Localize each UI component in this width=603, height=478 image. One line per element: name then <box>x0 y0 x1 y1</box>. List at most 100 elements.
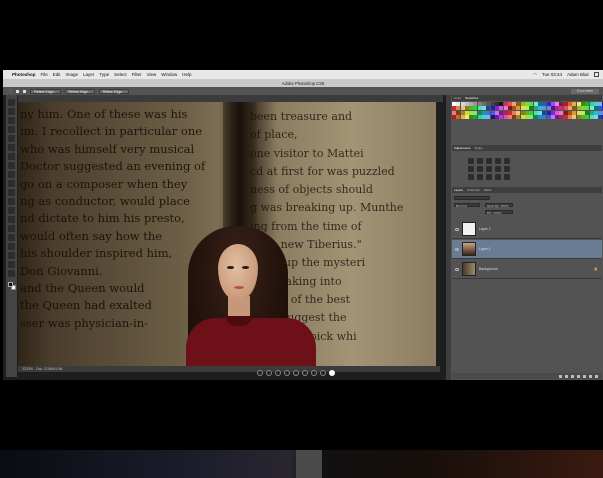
menu-view[interactable]: View <box>147 72 157 77</box>
menu-select[interactable]: Select <box>114 72 127 77</box>
adjustment-icon[interactable] <box>477 174 483 180</box>
adjustment-icon[interactable] <box>468 174 474 180</box>
adjustments-panel-header: Adjustments Styles <box>452 145 602 151</box>
menubar-user[interactable]: Adam Blair <box>567 72 589 77</box>
trash-icon[interactable] <box>595 374 598 378</box>
adjustment-icon[interactable] <box>468 158 474 164</box>
adjustment-icon[interactable] <box>486 166 492 172</box>
adjustment-icon[interactable] <box>495 166 501 172</box>
marquee-tool-icon[interactable] <box>8 108 15 115</box>
history-brush-tool-icon[interactable] <box>8 180 15 187</box>
color-swatches[interactable] <box>7 282 16 290</box>
adjustment-icon[interactable] <box>486 158 492 164</box>
page-dot[interactable] <box>320 370 326 376</box>
menu-filter[interactable]: Filter <box>132 72 142 77</box>
refine-edge-button-1[interactable]: Refine Edge... <box>30 88 61 94</box>
page-dot[interactable] <box>266 370 272 376</box>
adjustment-icon[interactable] <box>504 158 510 164</box>
tab-styles[interactable]: Styles <box>475 146 483 150</box>
blur-tool-icon[interactable] <box>8 207 15 214</box>
eyedropper-tool-icon[interactable] <box>8 144 15 151</box>
tab-paths[interactable]: Paths <box>484 188 492 192</box>
adjustment-icon[interactable] <box>486 174 492 180</box>
menubar-clock[interactable]: Tue 03:44 <box>542 72 562 77</box>
page-dot[interactable] <box>311 370 317 376</box>
adjustment-icon[interactable] <box>468 166 474 172</box>
tab-adjustments[interactable]: Adjustments <box>454 146 471 150</box>
refine-edge-button-3[interactable]: Refine Edge... <box>98 88 129 94</box>
brush-tool-icon[interactable] <box>8 162 15 169</box>
link-layers-icon[interactable] <box>559 374 562 378</box>
menu-window[interactable]: Window <box>161 72 177 77</box>
refine-edge-button-2[interactable]: Refine Edge... <box>64 88 95 94</box>
menu-image[interactable]: Image <box>66 72 79 77</box>
opacity-field[interactable]: Opacity: 100% <box>485 203 513 208</box>
book-line-left: who was himself very musical <box>20 141 195 156</box>
wifi-icon[interactable]: ◠ <box>533 72 537 78</box>
scroll-handle[interactable] <box>296 450 322 478</box>
pen-tool-icon[interactable] <box>8 225 15 232</box>
page-dot[interactable] <box>284 370 290 376</box>
shape-tool-icon[interactable] <box>8 252 15 259</box>
foreground-color-swatch[interactable] <box>7 282 13 287</box>
swatch-grid[interactable] <box>452 102 603 120</box>
page-dot[interactable] <box>275 370 281 376</box>
document-canvas[interactable]: ny him. One of these was his im. I recoll… <box>18 102 436 370</box>
adjustment-icon[interactable] <box>495 158 501 164</box>
zoom-tool-icon[interactable] <box>8 270 15 277</box>
visibility-eye-icon[interactable] <box>455 247 459 251</box>
menu-layer[interactable]: Layer <box>83 72 94 77</box>
adjustment-icon[interactable] <box>495 174 501 180</box>
lasso-tool-icon[interactable] <box>8 117 15 124</box>
page-dot[interactable] <box>257 370 263 376</box>
mask-icon[interactable] <box>571 374 574 378</box>
adjustment-icon[interactable] <box>504 174 510 180</box>
healing-tool-icon[interactable] <box>8 153 15 160</box>
sample-all-layers-checkbox[interactable] <box>16 89 20 93</box>
path-select-tool-icon[interactable] <box>8 243 15 250</box>
book-line-left: im. I recollect in particular one <box>20 124 203 139</box>
page-dot[interactable] <box>329 370 335 376</box>
dodge-tool-icon[interactable] <box>8 216 15 223</box>
eraser-tool-icon[interactable] <box>8 189 15 196</box>
move-tool-icon[interactable] <box>8 99 15 106</box>
tab-color[interactable]: Color <box>454 96 461 100</box>
search-icon[interactable] <box>594 72 599 77</box>
adjustment-icon[interactable] <box>477 166 483 172</box>
page-dot[interactable] <box>302 370 308 376</box>
menu-app-name[interactable]: Photoshop <box>12 72 36 77</box>
adjustment-layer-icon[interactable] <box>577 374 580 378</box>
gradient-tool-icon[interactable] <box>8 198 15 205</box>
tool-preset-icon[interactable]: ⬚ <box>9 89 12 93</box>
fx-icon[interactable] <box>565 374 568 378</box>
visibility-eye-icon[interactable] <box>455 227 459 231</box>
menu-edit[interactable]: Edit <box>53 72 61 77</box>
clone-stamp-tool-icon[interactable] <box>8 171 15 178</box>
hand-tool-icon[interactable] <box>8 261 15 268</box>
adjustment-icon[interactable] <box>477 158 483 164</box>
crop-tool-icon[interactable] <box>8 135 15 142</box>
visibility-eye-icon[interactable] <box>455 267 459 271</box>
mac-menubar: Photoshop File Edit Image Layer Type Sel… <box>3 70 603 79</box>
zoom-level[interactable]: 33.33% <box>22 367 33 371</box>
menu-file[interactable]: File <box>41 72 48 77</box>
quick-select-tool-icon[interactable] <box>8 126 15 133</box>
fill-field[interactable]: Fill: 100% <box>485 210 513 215</box>
tab-swatches[interactable]: Swatches <box>465 96 478 100</box>
new-group-icon[interactable] <box>583 374 586 378</box>
layer-row-background[interactable]: Background 🔒 <box>452 260 602 279</box>
layer-row-layer2[interactable]: Layer 2 <box>452 220 602 239</box>
menu-help[interactable]: Help <box>182 72 191 77</box>
auto-enhance-checkbox[interactable] <box>23 89 27 93</box>
menu-type[interactable]: Type <box>99 72 109 77</box>
tab-channels[interactable]: Channels <box>467 188 480 192</box>
new-layer-icon[interactable] <box>589 374 592 378</box>
type-tool-icon[interactable] <box>8 234 15 241</box>
adjustment-icon[interactable] <box>504 166 510 172</box>
kind-filter[interactable] <box>454 196 490 200</box>
blend-mode-select[interactable]: Normal <box>454 203 480 208</box>
layer-row-layer1[interactable]: Layer 1 <box>452 240 602 259</box>
workspace-switcher[interactable]: Essentials <box>571 88 599 94</box>
page-dot[interactable] <box>293 370 299 376</box>
tab-layers[interactable]: Layers <box>454 188 463 192</box>
